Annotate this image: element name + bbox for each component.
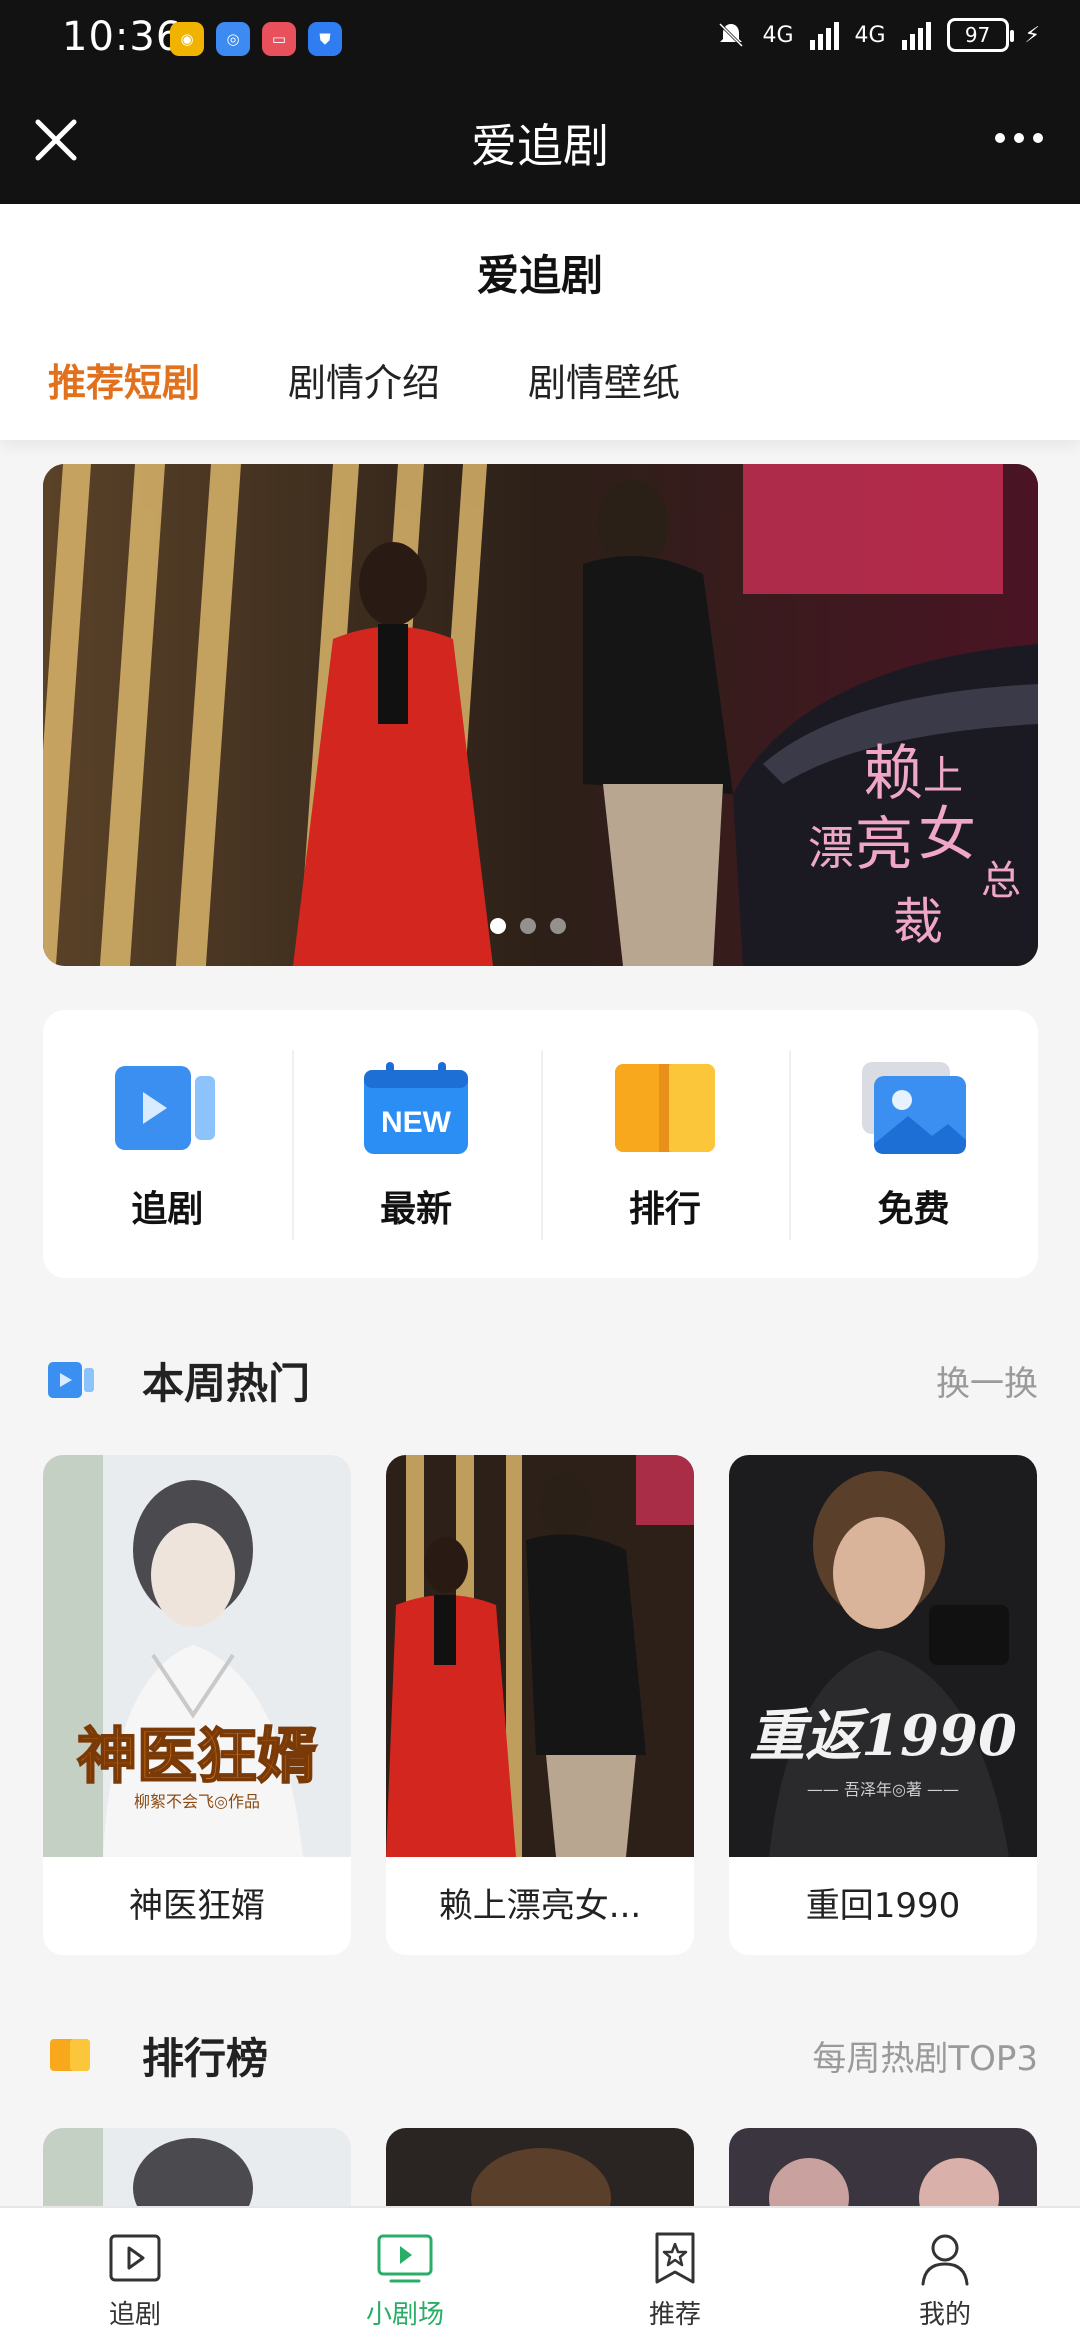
rank-cover-3 (729, 2128, 1037, 2238)
app-bar: 爱追剧 (0, 78, 1080, 204)
nav-theater[interactable]: 小剧场 (270, 2208, 540, 2340)
svg-text:赖: 赖 (863, 739, 923, 809)
nav-label: 推荐 (648, 2300, 701, 2330)
status-right-cluster: 4G 4G 97 ⚡ (716, 18, 1040, 52)
cover-title-text: 神医狂婿 (77, 1722, 317, 1792)
rank-cover-2 (386, 2128, 694, 2248)
drama-card-title: 重回1990 (805, 1886, 961, 1926)
charging-icon: ⚡ (1024, 22, 1040, 48)
drama-cover: 重返1990 —— 吾泽年◎著 —— (729, 1455, 1037, 1857)
quick-nav-label: 免费 (877, 1189, 950, 1230)
ranking-section-icon (50, 2039, 90, 2071)
battery-level: 97 (964, 23, 991, 47)
cover-author-text: 柳絮不会飞◎作品 (134, 1792, 260, 1811)
tv-play-icon (377, 2234, 433, 2283)
more-button[interactable] (984, 108, 1054, 168)
quick-nav-latest[interactable]: NEW 最新 (291, 1010, 541, 1278)
hot-cards: 神医狂婿 柳絮不会飞◎作品 神医狂婿 赖上漂亮女... 重返1990 —— 吾泽… (43, 1455, 1038, 1955)
cover-author-text: —— 吾泽年◎著 —— (807, 1780, 959, 1799)
nav-label: 我的 (918, 2300, 971, 2330)
status-bar: 10:36 ◉ ◎ ▭ ⛊ 4G 4G 97 ⚡ (0, 0, 1080, 78)
refresh-button[interactable]: 换一换 (936, 1356, 1038, 1405)
new-badge-text: NEW (381, 1106, 452, 1139)
nav-label: 小剧场 (365, 2300, 444, 2330)
rank-cards (43, 2128, 1038, 2248)
pagination-dot[interactable] (520, 918, 536, 934)
pagination-dot[interactable] (550, 918, 566, 934)
tab-wallpaper[interactable]: 剧情壁纸 (528, 352, 680, 407)
browser-app-icon: ◎ (216, 22, 250, 56)
network-type-1: 4G (762, 22, 794, 48)
cover-art-lai-shang (386, 1455, 694, 1857)
quick-nav-free[interactable]: 免费 (789, 1010, 1038, 1278)
status-time: 10:36 (62, 14, 183, 60)
video-section-icon (48, 1362, 94, 1398)
cover-art-chonghui: 重返1990 —— 吾泽年◎著 —— (729, 1455, 1037, 1857)
signal-icon-2 (901, 20, 931, 50)
quick-nav-label: 追剧 (131, 1189, 204, 1230)
huawei-app-icon: ▭ (262, 22, 296, 56)
quick-nav-follow[interactable]: 追剧 (43, 1010, 292, 1278)
shield-app-icon: ⛊ (308, 22, 342, 56)
hot-section-title: 本周热门 (142, 1358, 311, 1408)
more-dots-icon (995, 133, 1005, 143)
nav-label: 追剧 (108, 2300, 161, 2330)
network-type-2: 4G (854, 22, 886, 48)
rank-section-title: 排行榜 (142, 2033, 269, 2083)
status-notification-icons: ◉ ◎ ▭ ⛊ (170, 22, 342, 56)
quick-nav-ranking[interactable]: 排行 (540, 1010, 790, 1278)
signal-icon-1 (809, 20, 839, 50)
header-panel: 爱追剧 推荐短剧 剧情介绍 剧情壁纸 (0, 204, 1080, 440)
svg-text:女: 女 (918, 800, 976, 868)
ranking-book-icon (614, 1064, 715, 1152)
nav-recommend[interactable]: 推荐 (540, 2208, 810, 2340)
banner-image: 赖 上 漂 亮 女 总 裁 (43, 464, 1038, 966)
nav-mine[interactable]: 我的 (810, 2208, 1080, 2340)
tab-bar: 推荐短剧 剧情介绍 剧情壁纸 (48, 352, 680, 407)
quick-nav: 追剧 NEW 最新 排行 免费 (43, 1010, 1038, 1278)
page-title: 爱追剧 (476, 251, 603, 300)
tab-recommended[interactable]: 推荐短剧 (48, 352, 200, 407)
muted-bell-icon (719, 22, 744, 48)
svg-text:裁: 裁 (893, 893, 943, 951)
hot-section-header: 本周热门 换一换 (48, 1350, 1038, 1410)
star-bookmark-icon (655, 2232, 695, 2284)
video-play-icon (115, 1066, 216, 1150)
drama-card-title: 赖上漂亮女... (438, 1886, 642, 1926)
svg-text:总: 总 (981, 858, 1021, 904)
tab-plot-intro[interactable]: 剧情介绍 (288, 352, 440, 407)
drama-card-title: 神医狂婿 (129, 1886, 265, 1926)
free-image-icon (861, 1062, 966, 1154)
banner-pagination (490, 918, 566, 934)
bottom-nav: 追剧 小剧场 推荐 我的 (0, 2206, 1080, 2340)
user-profile-icon (921, 2234, 969, 2286)
drama-cover (386, 1455, 694, 1857)
nav-follow[interactable]: 追剧 (0, 2208, 270, 2340)
banner-carousel[interactable]: 赖 上 漂 亮 女 总 裁 (43, 464, 1038, 966)
battery-icon: 97 (946, 18, 1014, 52)
drama-card[interactable]: 重返1990 —— 吾泽年◎著 —— 重回1990 (729, 1455, 1037, 1955)
play-square-icon (109, 2234, 161, 2282)
pagination-dot[interactable] (490, 918, 506, 934)
cover-title-text: 重返1990 (749, 1703, 1017, 1769)
quick-nav-label: 排行 (628, 1189, 701, 1230)
new-calendar-icon: NEW (364, 1062, 469, 1154)
weibo-app-icon: ◉ (170, 22, 204, 56)
drama-card[interactable]: 赖上漂亮女... (386, 1455, 694, 1955)
drama-cover: 神医狂婿 柳絮不会飞◎作品 (43, 1455, 351, 1857)
svg-text:亮: 亮 (855, 810, 913, 878)
cover-art-shenyi: 神医狂婿 柳絮不会飞◎作品 (43, 1455, 351, 1857)
rank-section-link[interactable]: 每周热剧TOP3 (812, 2031, 1038, 2080)
quick-nav-label: 最新 (380, 1189, 453, 1230)
drama-card[interactable]: 神医狂婿 柳絮不会飞◎作品 神医狂婿 (43, 1455, 351, 1955)
app-bar-title: 爱追剧 (471, 119, 609, 173)
svg-text:上: 上 (923, 753, 963, 799)
rank-cover-1 (43, 2128, 351, 2238)
rank-section-header: 排行榜 每周热剧TOP3 (48, 2025, 1038, 2085)
svg-text:漂: 漂 (808, 821, 854, 875)
